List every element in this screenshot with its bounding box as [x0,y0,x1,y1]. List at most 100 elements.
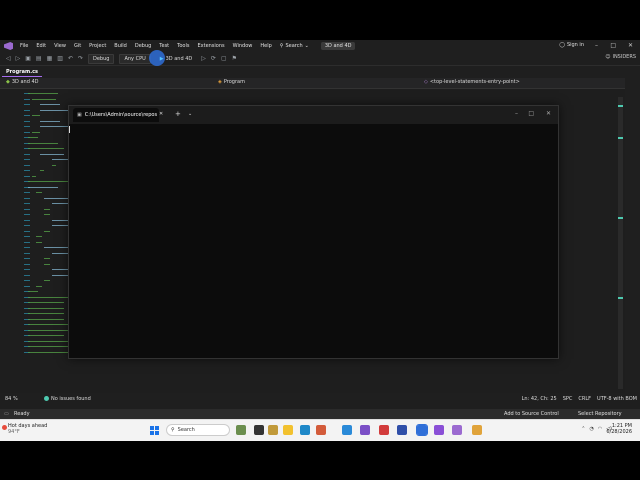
code-line [36,192,42,193]
terminal-close-icon[interactable]: ✕ [546,110,551,117]
redo-icon[interactable]: ↷ [78,55,83,62]
line-number [24,252,30,254]
line-number [24,109,30,111]
run-target-label: 3D and 4D [165,55,193,62]
menu-project[interactable]: Project [85,43,110,49]
app-icon-yellow[interactable] [268,425,278,435]
menu-window[interactable]: Window [229,43,257,49]
wifi-icon[interactable]: ◠ [598,426,602,432]
code-line [28,318,64,320]
chrome-icon[interactable] [472,425,482,435]
code-line [28,313,64,314]
weather-widget[interactable]: Hot days ahead 94°F [2,423,47,435]
new-item-icon[interactable]: ▣ [25,55,31,62]
line-number [24,115,30,116]
task-view-icon[interactable] [254,425,264,435]
project-dropdown[interactable]: ◆ 3D and 4D [6,79,39,85]
minimize-icon[interactable]: – [595,42,598,49]
menu-file[interactable]: File [16,43,32,49]
code-line [36,285,42,287]
platform-dropdown[interactable]: Any CPU [119,53,151,64]
file-explorer-icon[interactable] [283,425,293,435]
notification-icon[interactable]: ▭ [4,411,9,417]
member-dropdown[interactable]: ◇ <top-level-statements-entry-point> [424,79,520,85]
menu-help[interactable]: Help [256,43,275,49]
close-icon[interactable]: ✕ [628,42,633,49]
code-line [28,340,68,342]
menu-debug[interactable]: Debug [131,43,155,49]
app-icon-red[interactable] [379,425,389,435]
undo-icon[interactable]: ↶ [68,55,73,62]
close-tab-icon[interactable]: ✕ [159,111,163,117]
code-line [28,137,38,138]
scroll-marker [618,217,623,219]
tab-program-cs[interactable]: Program.cs [2,68,43,77]
menu-view[interactable]: View [50,43,70,49]
line-number [24,241,30,243]
class-dropdown[interactable]: ◈ Program [218,79,245,85]
widgets-app-icon[interactable] [236,425,246,435]
spacing-mode[interactable]: SPC [563,396,573,402]
maximize-icon[interactable]: □ [610,42,616,49]
terminal-window[interactable]: ▣ C:\Users\Admin\source\repos ✕ + ⌄ – □ … [68,105,559,359]
add-to-source-control[interactable]: Add to Source Control [504,411,559,417]
app-icon-blue[interactable] [342,425,352,435]
menu-extensions[interactable]: Extensions [193,43,228,49]
terminal-minimize-icon[interactable]: – [515,110,518,117]
hot-reload-icon[interactable]: ⟳ [211,55,216,62]
app-icon-purple[interactable] [360,425,370,435]
visual-studio-icon[interactable] [434,425,444,435]
line-number [24,208,30,210]
taskbar-search-label: Search [177,427,195,433]
word-icon[interactable] [397,425,407,435]
network-icon[interactable]: ◔ [589,426,593,432]
new-tab-button[interactable]: + [175,110,181,118]
start-button[interactable] [150,426,159,435]
line-ending[interactable]: CRLF [578,396,591,402]
chevron-up-icon[interactable]: ⌃ [581,426,585,432]
taskbar-search[interactable]: ⚲ Search [166,424,230,436]
back-icon[interactable]: ◁ [6,55,11,62]
insiders-badge[interactable]: ☺ INSIDERS [605,54,636,60]
clock[interactable]: 1:21 PM 6/28/2026 [606,423,632,435]
start-without-debugging-icon[interactable]: ▷ [201,55,206,62]
code-line [40,126,68,127]
menu-build[interactable]: Build [110,43,131,49]
code-line [40,170,44,171]
file-encoding[interactable]: UTF-8 with BOM [597,396,637,402]
menu-edit[interactable]: Edit [32,43,50,49]
terminal-maximize-icon[interactable]: □ [528,110,534,117]
code-line [28,351,68,353]
run-button[interactable]: ▶ 3D and 4D [148,49,197,66]
terminal-tab-title: C:\Users\Admin\source\repos [84,112,158,118]
terminal-tab[interactable]: ▣ C:\Users\Admin\source\repos [73,108,159,122]
menu-git[interactable]: Git [70,43,85,49]
line-column[interactable]: Ln: 42, Ch: 25 [522,396,557,402]
search-menu[interactable]: ⚲ Search ⌄ [280,43,309,49]
code-line [28,291,38,292]
menu-tools[interactable]: Tools [173,43,193,49]
check-icon [44,396,49,401]
visual-studio-preview-icon[interactable] [452,425,462,435]
bookmark-icon[interactable]: ⚑ [232,55,237,62]
vertical-scrollbar[interactable] [618,97,623,389]
menu-test[interactable]: Test [155,43,173,49]
configuration-dropdown[interactable]: Debug [88,53,115,64]
save-all-icon[interactable]: ▥ [57,55,63,62]
solution-explorer-icon[interactable]: ▢ [221,55,227,62]
forward-icon[interactable]: ▷ [16,55,21,62]
tab-dropdown-icon[interactable]: ⌄ [188,111,192,117]
app-icon-orange[interactable] [316,425,326,435]
open-file-icon[interactable]: ▤ [36,55,42,62]
visual-studio-taskbar-icon[interactable] [416,424,428,436]
issues-indicator[interactable]: No issues found [44,396,91,402]
code-line [44,230,50,232]
select-repository[interactable]: Select Repository [578,411,622,417]
code-line [44,214,50,215]
sign-in-button[interactable]: ◯ Sign in [559,42,584,48]
weather-temp: 94°F [8,429,20,435]
save-icon[interactable]: ▦ [47,55,53,62]
edge-browser-icon[interactable] [300,425,310,435]
zoom-level[interactable]: 84 % [5,396,18,402]
line-number [24,225,30,226]
